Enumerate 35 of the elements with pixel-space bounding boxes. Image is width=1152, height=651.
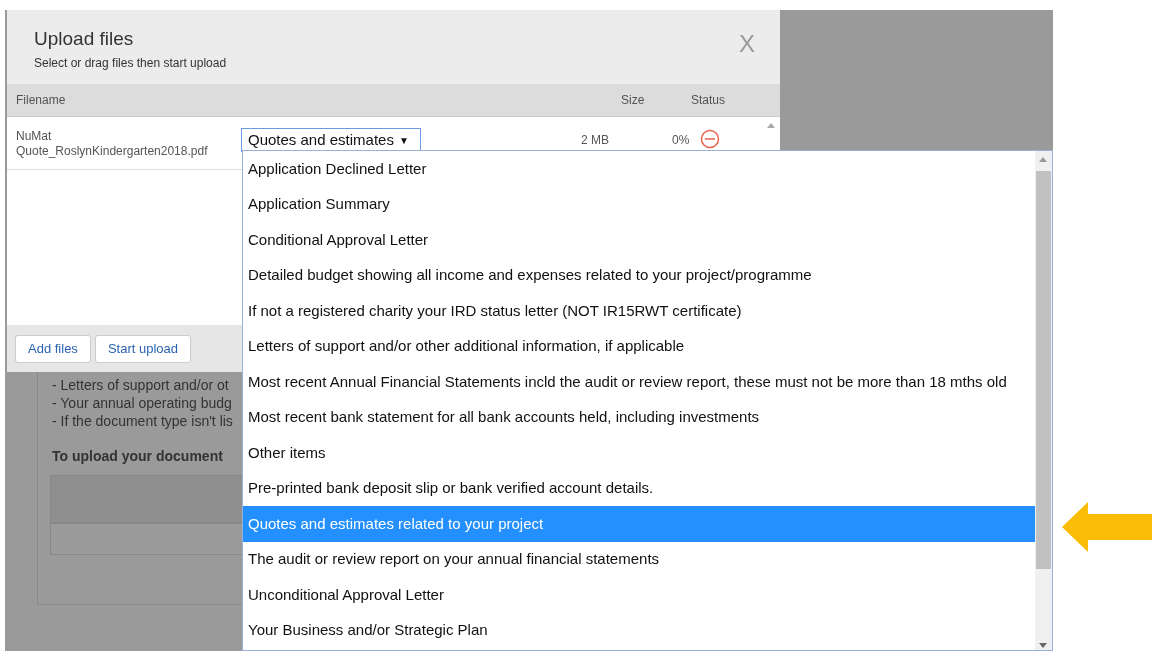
- scrollbar[interactable]: [1035, 151, 1052, 650]
- column-header: Filename: [16, 92, 67, 109]
- section-heading: To upload your document: [52, 447, 224, 465]
- dropdown-option[interactable]: Pre-printed bank deposit slip or bank verified account details.: [243, 470, 1035, 506]
- scroll-up-icon[interactable]: [1039, 157, 1047, 162]
- remove-icon[interactable]: [700, 129, 720, 149]
- scroll-down-icon[interactable]: [1039, 643, 1047, 648]
- dropdown-option[interactable]: The audit or review report on your annual financial statements: [243, 541, 1035, 577]
- dropdown-option[interactable]: Most recent bank statement for all bank accounts held, including investments: [243, 399, 1035, 435]
- dialog-title: Upload files: [34, 28, 135, 50]
- column-header: Status: [691, 92, 726, 109]
- dropdown-option[interactable]: Conditional Approval Letter: [243, 222, 1035, 258]
- scroll-up-icon[interactable]: [767, 123, 775, 128]
- arrow-icon: [1062, 502, 1152, 552]
- file-name: NuMat Quote_RoslynKindergarten2018.pdf: [16, 129, 209, 159]
- document-type-dropdown[interactable]: Quotes and estimates ▼: [241, 128, 421, 152]
- instruction-line: - If the document type isn't lis: [52, 412, 233, 430]
- dropdown-option[interactable]: If not a registered charity your IRD status letter (NOT IR15RWT certificate): [243, 293, 1035, 329]
- file-size: 2 MB: [581, 132, 610, 149]
- instruction-line: - Your annual operating budg: [52, 394, 233, 412]
- upload-status: 0%: [672, 132, 691, 149]
- add-files-button[interactable]: Add files: [15, 334, 91, 363]
- dropdown-option[interactable]: Most recent Annual Financial Statements incld the audit or review report, these must not be more than 18 mths old: [243, 364, 1035, 400]
- dialog-subtitle: Select or drag files then start upload: [34, 55, 227, 72]
- dropdown-option[interactable]: Application Summary: [243, 186, 1035, 222]
- start-upload-button[interactable]: Start upload: [94, 334, 191, 363]
- dropdown-option[interactable]: Other items: [243, 435, 1035, 471]
- dropdown-option[interactable]: Detailed budget showing all income and expenses related to your project/programme: [243, 257, 1035, 293]
- instruction-line: - Letters of support and/or ot: [52, 376, 230, 394]
- scrollbar-thumb[interactable]: [1036, 171, 1051, 569]
- dropdown-option[interactable]: Unconditional Approval Letter: [243, 577, 1035, 613]
- dropdown-option[interactable]: Letters of support and/or other additional information, if applicable: [243, 328, 1035, 364]
- dropdown-option[interactable]: Your Business and/or Strategic Plan: [243, 612, 1035, 648]
- dropdown-option[interactable]: Application Declined Letter: [243, 151, 1035, 187]
- column-header: Size: [620, 92, 646, 109]
